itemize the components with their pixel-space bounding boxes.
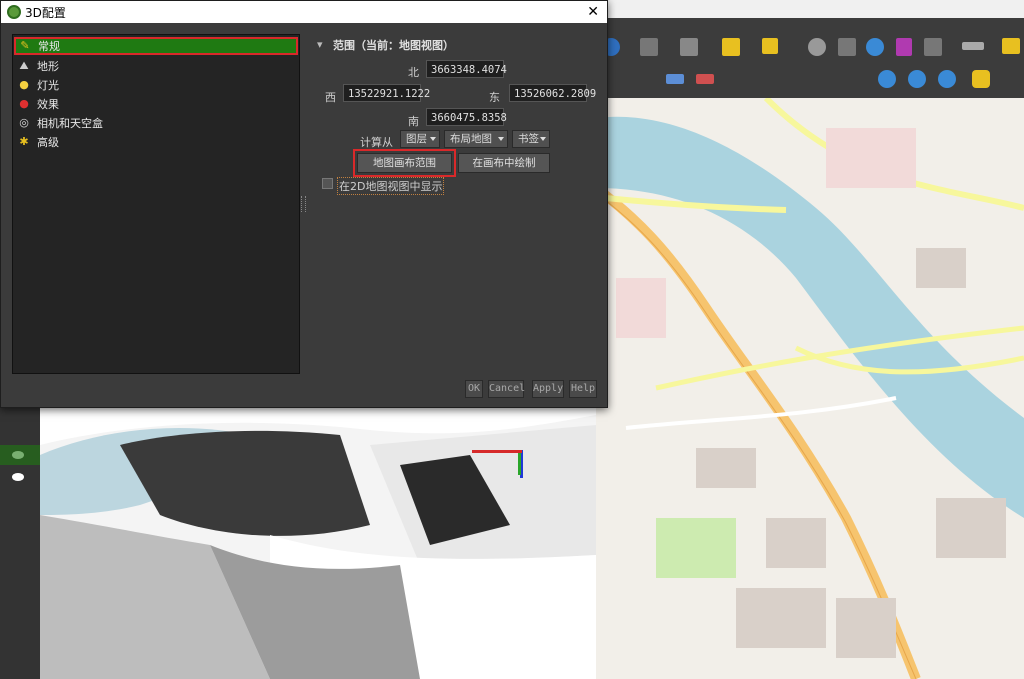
- east-field[interactable]: 13526062.2809: [509, 84, 596, 102]
- axis-y-icon: [518, 453, 521, 475]
- select-yellow-icon[interactable]: [722, 38, 740, 56]
- settings-gear-icon[interactable]: [866, 38, 884, 56]
- west-field[interactable]: 13522921.1222: [343, 84, 430, 102]
- chevron-down-icon: [430, 137, 436, 141]
- general-icon: ✎: [20, 39, 30, 52]
- identify-icon[interactable]: [808, 38, 826, 56]
- chevron-down-icon: [540, 137, 546, 141]
- qgis-logo-icon: [7, 5, 21, 19]
- nav-item-lights[interactable]: ● 灯光: [13, 76, 299, 94]
- select-tool-icon[interactable]: [640, 38, 658, 56]
- nav-item-label: 灯光: [37, 79, 59, 92]
- layout-map-combo[interactable]: 布局地图: [444, 130, 508, 148]
- layer-stack-icon[interactable]: [680, 38, 698, 56]
- 3d-map-view[interactable]: [40, 405, 596, 679]
- draw-on-canvas-button[interactable]: 在画布中绘制: [458, 153, 550, 173]
- collapse-arrow-icon[interactable]: ▾: [317, 38, 323, 51]
- panel-splitter[interactable]: [301, 196, 306, 212]
- table-icon[interactable]: [924, 38, 942, 56]
- layer-combo[interactable]: 图层: [400, 130, 440, 148]
- advanced-icon: ✱: [19, 135, 29, 148]
- east-label: 东: [489, 91, 500, 104]
- north-field[interactable]: 3663348.4074: [426, 60, 507, 78]
- abc-label-icon[interactable]: [696, 74, 714, 84]
- nav-item-label: 高级: [37, 136, 59, 149]
- apply-button[interactable]: Apply: [532, 380, 564, 398]
- globe-add-icon[interactable]: [878, 70, 896, 88]
- label-icon[interactable]: [666, 74, 684, 84]
- config-nav-list: ✎ 常规 ⛰ 地形 ● 灯光 ● 效果 ◎ 相机和天空盒 ✱ 高级: [12, 34, 300, 374]
- dialog-title: 3D配置: [25, 5, 66, 20]
- deselect-icon[interactable]: [762, 38, 778, 54]
- nav-item-camera-skybox[interactable]: ◎ 相机和天空盒: [13, 114, 299, 132]
- west-label: 西: [325, 91, 336, 104]
- qgis-window-titlebar: [596, 0, 1024, 18]
- calc-from-label: 计算从: [360, 136, 393, 149]
- tooltip-icon[interactable]: [1002, 38, 1020, 54]
- sum-icon[interactable]: [896, 38, 912, 56]
- layers-panel-strip: [0, 405, 40, 679]
- axis-x-icon: [472, 450, 522, 453]
- camera-icon: ◎: [19, 116, 29, 129]
- north-label: 北: [408, 66, 419, 79]
- help-button[interactable]: Help: [569, 380, 597, 398]
- extent-panel: ▾ 范围（当前：地图视图） 北 3663348.4074 西 13522921.…: [313, 34, 603, 364]
- nav-item-advanced[interactable]: ✱ 高级: [13, 133, 299, 151]
- grid-icon[interactable]: [838, 38, 856, 56]
- cancel-button[interactable]: Cancel: [488, 380, 525, 398]
- light-bulb-icon: ●: [19, 78, 29, 91]
- chevron-down-icon: [498, 137, 504, 141]
- south-label: 南: [408, 115, 419, 128]
- nav-item-label: 相机和天空盒: [37, 117, 103, 130]
- bookmark-combo[interactable]: 书签: [512, 130, 550, 148]
- nav-item-general[interactable]: ✎ 常规: [14, 37, 298, 55]
- close-icon[interactable]: ✕: [587, 4, 599, 20]
- show-in-2d-checkbox[interactable]: [322, 178, 333, 189]
- terrain-icon: ⛰: [19, 59, 29, 72]
- selected-layer-row[interactable]: [0, 445, 40, 465]
- ok-button[interactable]: OK: [465, 380, 483, 398]
- dialog-titlebar: 3D配置 ✕: [1, 1, 607, 23]
- globe-search-icon[interactable]: [908, 70, 926, 88]
- highlight-frame: [353, 149, 456, 177]
- python-icon[interactable]: [972, 70, 990, 88]
- layer-visibility-eye-icon[interactable]: [12, 473, 24, 481]
- effects-icon: ●: [19, 97, 29, 110]
- show-in-2d-label: 在2D地图视图中显示: [337, 177, 445, 195]
- 3d-config-dialog: 3D配置 ✕ ✎ 常规 ⛰ 地形 ● 灯光 ● 效果 ◎ 相机和天空盒 ✱ 高级…: [0, 0, 608, 408]
- globe-icon[interactable]: [938, 70, 956, 88]
- nav-item-effects[interactable]: ● 效果: [13, 95, 299, 113]
- qgis-toolbar: [596, 18, 1024, 99]
- nav-item-terrain[interactable]: ⛰ 地形: [13, 57, 299, 75]
- nav-item-label: 常规: [38, 40, 60, 53]
- map-canvas-2d[interactable]: [596, 98, 1024, 679]
- south-field[interactable]: 3660475.8358: [426, 108, 507, 126]
- nav-item-label: 地形: [37, 60, 59, 73]
- ruler-icon[interactable]: [962, 42, 984, 50]
- extent-section-title: 范围（当前：地图视图）: [333, 39, 454, 52]
- nav-item-label: 效果: [37, 98, 59, 111]
